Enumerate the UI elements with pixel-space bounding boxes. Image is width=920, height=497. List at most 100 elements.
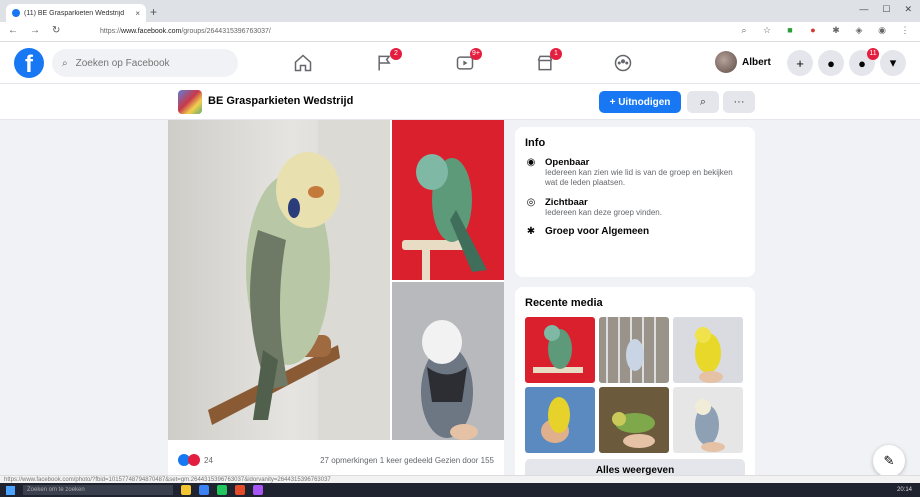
post-photo-main[interactable] xyxy=(168,120,390,440)
media-title: Recente media xyxy=(525,297,603,309)
media-thumbnail[interactable] xyxy=(673,387,743,453)
maximize-button[interactable]: ☐ xyxy=(882,4,890,15)
groups-icon[interactable] xyxy=(610,50,636,76)
info-row-title: Groep voor Algemeen xyxy=(545,226,650,238)
marketplace-icon[interactable]: 1 xyxy=(532,48,562,76)
budgie-illustration xyxy=(402,154,487,280)
profile-icon[interactable]: ◉ xyxy=(877,25,887,36)
kebab-menu-icon[interactable]: ⋮ xyxy=(900,25,910,36)
pages-flag-icon[interactable]: 2 xyxy=(372,48,402,76)
globe-icon: ◉ xyxy=(526,157,536,168)
avatar xyxy=(715,51,737,73)
taskbar-clock[interactable]: 20:14 xyxy=(897,487,920,493)
messenger-icon[interactable]: ● xyxy=(818,50,844,76)
eye-icon: ◎ xyxy=(526,196,536,208)
media-thumbnail[interactable] xyxy=(599,387,669,453)
budgie-illustration xyxy=(541,397,570,443)
reload-button[interactable]: ↻ xyxy=(52,25,60,36)
facebook-logo-icon[interactable]: f xyxy=(14,48,44,78)
star-icon[interactable]: ☆ xyxy=(762,25,772,36)
extension-icon[interactable]: ◈ xyxy=(854,25,864,36)
post-stats[interactable]: 27 opmerkingen 1 keer gedeeld Gezien doo… xyxy=(320,456,494,465)
media-grid xyxy=(525,317,745,453)
search-input[interactable] xyxy=(73,56,224,70)
windows-start-icon[interactable] xyxy=(6,485,15,495)
new-message-icon[interactable]: ✎ xyxy=(873,445,905,477)
group-info-card: Info ◉ Openbaar Iedereen kan zien wie li… xyxy=(515,127,755,277)
profile-button[interactable]: Albert xyxy=(715,51,771,73)
taskbar-app-icon[interactable] xyxy=(217,485,227,495)
info-row-title: Zichtbaar xyxy=(545,196,588,208)
url-field[interactable]: https://www.facebook.com/groups/26443153… xyxy=(100,25,720,39)
facebook-favicon-icon xyxy=(12,9,20,17)
recent-media-card: Recente media Alles weergeven xyxy=(515,287,755,492)
extension-icon[interactable]: ● xyxy=(808,25,818,36)
bell-glyph: ● xyxy=(858,55,866,71)
search-box[interactable]: ⌕ xyxy=(52,49,238,77)
back-button[interactable]: ← xyxy=(8,25,18,36)
info-row-desc: Iedereen kan zien wie lid is van de groe… xyxy=(545,168,733,188)
post-photo-red[interactable] xyxy=(392,120,504,280)
media-thumbnail[interactable] xyxy=(599,317,669,383)
post-reaction-bar: 24 27 opmerkingen 1 keer gedeeld Gezien … xyxy=(168,440,504,480)
group-header: BE Grasparkieten Wedstrijd + Uitnodigen … xyxy=(0,84,920,120)
info-row-visible: ◎ Zichtbaar Iedereen kan deze groep vind… xyxy=(525,197,745,218)
group-search-icon[interactable]: ⌕ xyxy=(687,91,719,113)
info-row-category: ✱ Groep voor Algemeen xyxy=(525,226,745,237)
invite-button[interactable]: + Uitnodigen xyxy=(599,91,681,113)
address-bar-row: ← → ↻ https://www.facebook.com/groups/26… xyxy=(0,22,920,42)
media-thumbnail[interactable] xyxy=(525,317,595,383)
close-window-button[interactable]: ✕ xyxy=(904,4,912,15)
status-bar-url: https://www.facebook.com/photo/?fbid=101… xyxy=(0,475,920,483)
reaction-count: 24 xyxy=(204,455,213,465)
zoom-icon[interactable]: ⌕ xyxy=(739,25,749,36)
budgie-illustration xyxy=(695,327,723,383)
minimize-button[interactable]: — xyxy=(859,4,868,15)
group-name[interactable]: BE Grasparkieten Wedstrijd xyxy=(208,95,353,107)
notifications-badge: 11 xyxy=(867,48,879,60)
new-tab-button[interactable]: + xyxy=(150,5,157,19)
post-card: 24 27 opmerkingen 1 keer gedeeld Gezien … xyxy=(168,120,504,480)
media-thumbnail[interactable] xyxy=(673,317,743,383)
forward-button[interactable]: → xyxy=(30,25,40,36)
info-row-desc: Iedereen kan deze groep vinden. xyxy=(545,207,662,217)
home-icon[interactable] xyxy=(290,50,316,76)
marketplace-badge: 1 xyxy=(550,48,562,60)
taskbar-search[interactable]: Zoeken om te zoeken xyxy=(23,485,173,495)
info-title: Info xyxy=(525,137,546,149)
url-path: /groups/2644315396763037/ xyxy=(181,28,271,35)
browser-nav: ← → ↻ xyxy=(8,25,60,36)
search-icon: ⌕ xyxy=(62,57,68,69)
chrome-icon[interactable] xyxy=(235,485,245,495)
url-prefix: https:// xyxy=(100,28,122,35)
extensions-area: ⌕ ☆ ■ ● ✱ ◈ ◉ ⋮ xyxy=(739,25,910,36)
tab-title: (11) BE Grasparkieten Wedstrijd xyxy=(24,9,125,17)
windows-taskbar: Zoeken om te zoeken 20:14 xyxy=(0,483,920,497)
budgie-illustration xyxy=(533,325,583,373)
love-reaction-icon xyxy=(188,454,200,466)
close-tab-icon[interactable]: × xyxy=(135,9,140,18)
pages-badge: 2 xyxy=(390,48,402,60)
file-explorer-icon[interactable] xyxy=(181,485,191,495)
budgie-illustration xyxy=(695,399,725,452)
watch-badge: 9+ xyxy=(470,48,482,60)
taskbar-app-icon[interactable] xyxy=(199,485,209,495)
budgie-illustration xyxy=(612,412,655,448)
notifications-bell-icon[interactable]: ● 11 xyxy=(849,48,879,76)
media-thumbnail[interactable] xyxy=(525,387,595,453)
create-plus-button[interactable]: + xyxy=(787,50,813,76)
post-photo-grey[interactable] xyxy=(392,282,504,440)
extension-icon[interactable]: ✱ xyxy=(831,25,841,36)
group-thumbnail[interactable] xyxy=(178,90,202,114)
info-row-public: ◉ Openbaar Iedereen kan zien wie lid is … xyxy=(525,157,745,189)
facebook-header: f ⌕ 2 9+ 1 Albert + ● ● 11 ▾ xyxy=(0,42,920,84)
cage-illustration xyxy=(606,317,656,383)
reactions-summary[interactable]: 24 xyxy=(178,454,213,466)
account-menu-chevron-icon[interactable]: ▾ xyxy=(880,50,906,76)
budgie-illustration xyxy=(421,320,478,440)
watch-icon[interactable]: 9+ xyxy=(452,48,482,76)
browser-tab[interactable]: (11) BE Grasparkieten Wedstrijd × xyxy=(6,4,146,22)
group-more-button[interactable]: ··· xyxy=(723,91,755,113)
taskbar-app-icon[interactable] xyxy=(253,485,263,495)
extension-icon[interactable]: ■ xyxy=(785,25,795,36)
